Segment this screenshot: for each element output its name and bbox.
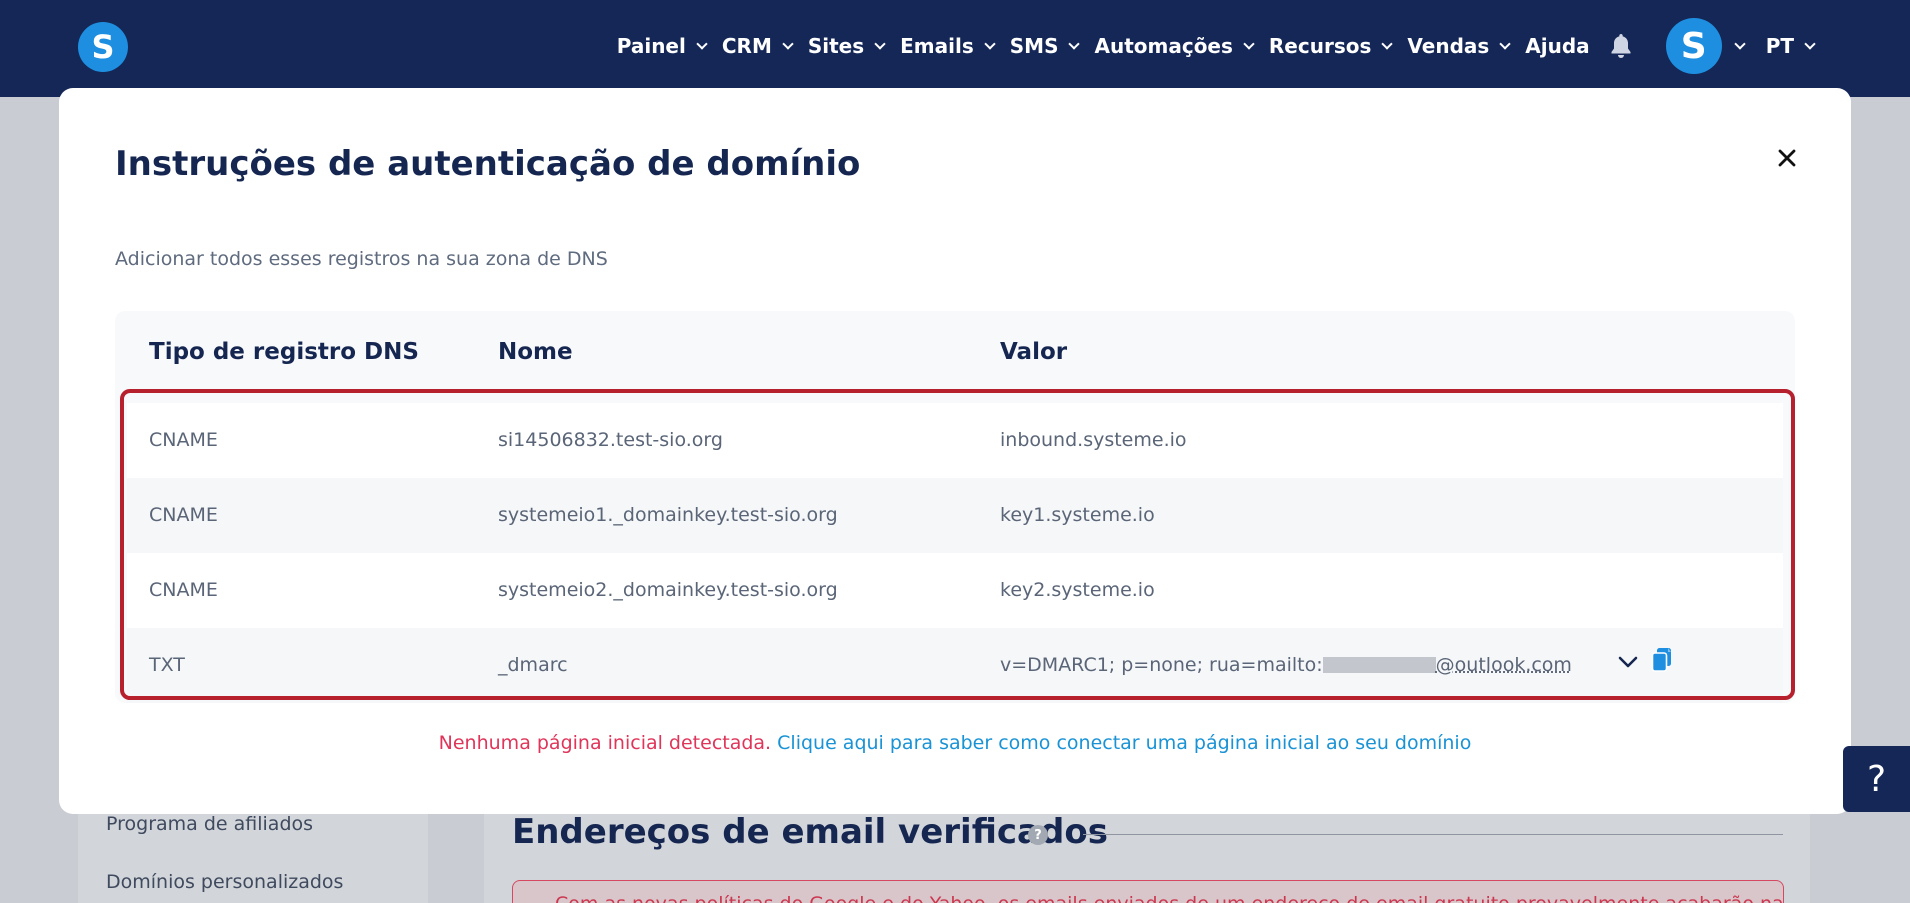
nav-item-emails[interactable]: Emails	[900, 34, 996, 58]
top-navigation-bar: S Painel CRM Sites Emails SMS Automações…	[0, 0, 1910, 97]
sidebar-item-custom-domains[interactable]: Domínios personalizados	[106, 871, 343, 893]
nav-item-label: CRM	[721, 34, 772, 58]
nav-item-painel[interactable]: Painel	[616, 34, 708, 58]
record-name: si14506832.test-sio.org	[498, 429, 723, 451]
table-row: TXT _dmarc v=DMARC1; p=none; rua=mailto:…	[127, 628, 1783, 703]
nav-item-vendas[interactable]: Vendas	[1407, 34, 1511, 58]
section-divider	[1083, 834, 1783, 835]
record-name: _dmarc	[498, 654, 568, 676]
modal-title: Instruções de autenticação de domínio	[115, 144, 861, 184]
chevron-down-icon	[782, 37, 794, 50]
question-mark-icon: ?	[1866, 758, 1887, 800]
chevron-down-icon	[1618, 656, 1638, 668]
record-type: TXT	[149, 654, 185, 676]
column-header-value: Valor	[1000, 339, 1068, 365]
chevron-down-icon	[984, 37, 996, 50]
record-value: inbound.systeme.io	[1000, 429, 1187, 451]
column-header-name: Nome	[498, 339, 573, 365]
column-header-type: Tipo de registro DNS	[149, 339, 419, 365]
nav-item-ajuda[interactable]: Ajuda	[1525, 34, 1589, 58]
chevron-down-icon	[1243, 37, 1255, 50]
domain-authentication-modal: Instruções de autenticação de domínio Ad…	[59, 88, 1851, 814]
language-selector[interactable]: PT	[1765, 34, 1816, 58]
email-policy-alert: Com as novas políticas do Google e do Ya…	[512, 880, 1784, 903]
redacted-email-user	[1322, 657, 1436, 673]
dmarc-report-email[interactable]: @outlook.com	[1322, 654, 1572, 676]
chevron-down-icon	[696, 37, 708, 50]
nav-item-recursos[interactable]: Recursos	[1268, 34, 1394, 58]
sidebar-item-affiliate-program[interactable]: Programa de afiliados	[106, 813, 313, 835]
dns-records-table: Tipo de registro DNS Nome Valor CNAME si…	[115, 311, 1795, 703]
chevron-down-icon	[1734, 37, 1746, 50]
record-value: key2.systeme.io	[1000, 579, 1155, 601]
dmarc-value-prefix: v=DMARC1; p=none; rua=mailto:	[1000, 654, 1323, 676]
language-label: PT	[1765, 34, 1794, 58]
section-help-icon[interactable]: ?	[1028, 825, 1048, 845]
record-value: v=DMARC1; p=none; rua=mailto: @outlook.co…	[1000, 654, 1572, 676]
avatar-letter: S	[1680, 25, 1707, 67]
modal-subtitle: Adicionar todos esses registros na sua z…	[115, 248, 608, 270]
chevron-down-icon	[1381, 37, 1394, 50]
record-type: CNAME	[149, 579, 218, 601]
connect-homepage-link[interactable]: Clique aqui para saber como conectar uma…	[777, 732, 1471, 754]
no-homepage-warning: Nenhuma página inicial detectada.	[438, 732, 772, 754]
copy-icon[interactable]	[1651, 647, 1673, 673]
section-title: Endereços de email verificados	[512, 812, 1108, 852]
nav-item-automacoes[interactable]: Automações	[1094, 34, 1255, 58]
record-name: systemeio2._domainkey.test-sio.org	[498, 579, 838, 601]
record-name: systemeio1._domainkey.test-sio.org	[498, 504, 838, 526]
chevron-down-icon	[1804, 37, 1816, 50]
systeme-logo[interactable]: S	[78, 22, 128, 72]
chevron-down-icon	[1068, 37, 1081, 50]
close-button[interactable]	[1771, 142, 1803, 174]
nav-item-sites[interactable]: Sites	[807, 34, 886, 58]
nav-item-label: SMS	[1009, 34, 1059, 58]
table-row: CNAME si14506832.test-sio.org inbound.sy…	[127, 403, 1783, 478]
record-type: CNAME	[149, 504, 218, 526]
logo-letter: S	[91, 28, 115, 66]
nav-item-sms[interactable]: SMS	[1009, 34, 1081, 58]
alert-text: Com as novas políticas do Google e do Ya…	[555, 893, 1783, 903]
expand-value-button[interactable]	[1616, 650, 1640, 674]
main-nav: Painel CRM Sites Emails SMS Automações R…	[601, 0, 1816, 92]
chevron-down-icon	[1499, 37, 1511, 50]
nav-item-label: Emails	[900, 34, 974, 58]
chevron-down-icon	[874, 37, 886, 50]
nav-item-label: Automações	[1094, 34, 1233, 58]
nav-item-label: Vendas	[1407, 34, 1490, 58]
user-menu[interactable]: S	[1665, 18, 1746, 74]
homepage-notice: Nenhuma página inicial detectada. Clique…	[59, 732, 1851, 754]
help-chat-button[interactable]: ?	[1843, 746, 1910, 812]
nav-item-label: Recursos	[1268, 34, 1372, 58]
record-type: CNAME	[149, 429, 218, 451]
email-domain: @outlook.com	[1435, 654, 1572, 676]
table-row: CNAME systemeio2._domainkey.test-sio.org…	[127, 553, 1783, 628]
table-row: CNAME systemeio1._domainkey.test-sio.org…	[127, 478, 1783, 553]
nav-item-label: Sites	[807, 34, 865, 58]
nav-item-label: Ajuda	[1525, 34, 1590, 58]
avatar: S	[1665, 18, 1722, 74]
bell-icon[interactable]	[1608, 32, 1634, 60]
record-value: key1.systeme.io	[1000, 504, 1155, 526]
nav-item-crm[interactable]: CRM	[721, 34, 794, 58]
nav-item-label: Painel	[616, 34, 686, 58]
close-icon	[1778, 149, 1796, 167]
